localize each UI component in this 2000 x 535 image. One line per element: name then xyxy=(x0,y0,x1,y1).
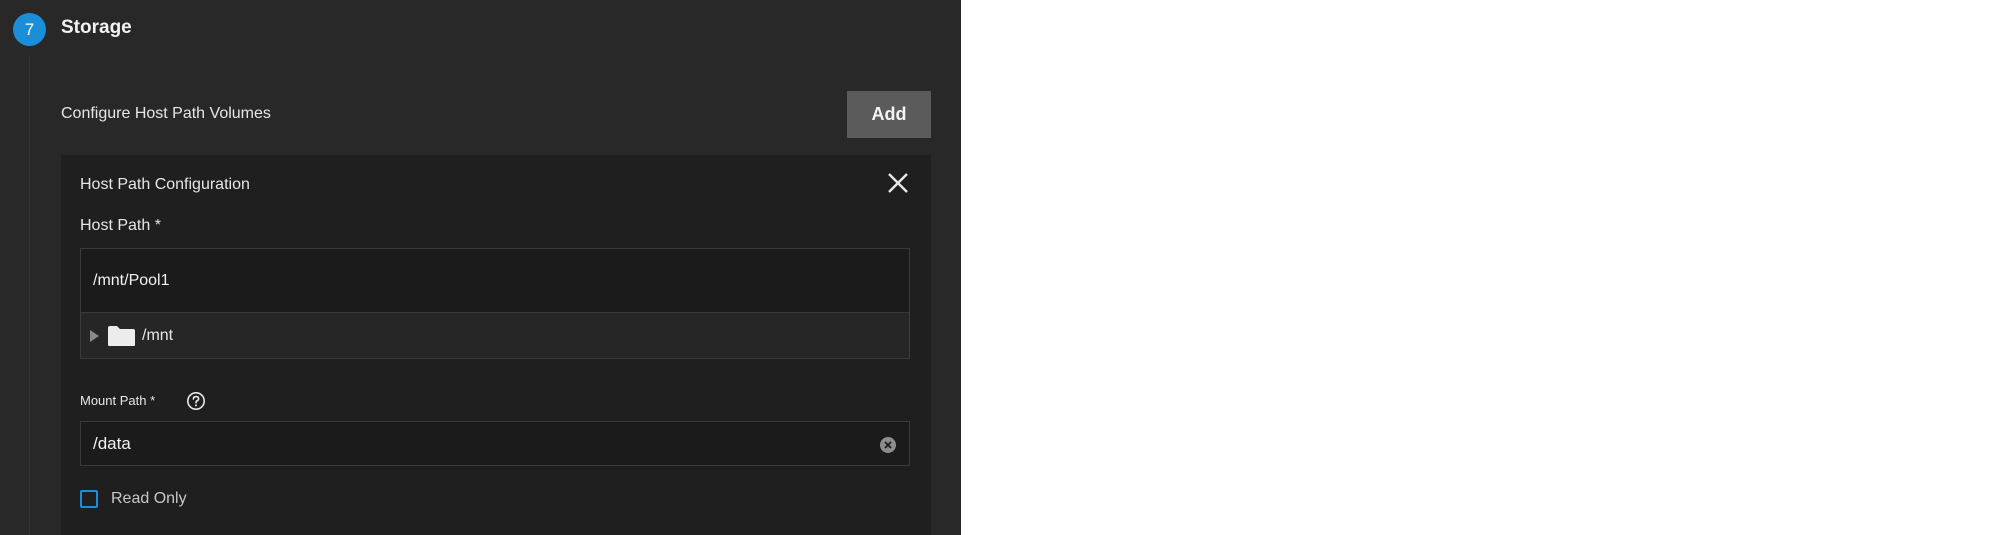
host-path-input[interactable]: /mnt/Pool1 xyxy=(80,248,910,313)
app-panel: 7 Storage Configure Host Path Volumes Ad… xyxy=(0,0,961,535)
mount-path-input[interactable] xyxy=(80,421,910,466)
host-path-config-card: Host Path Configuration Host Path * /mnt… xyxy=(61,155,931,535)
tree-item-mnt[interactable]: /mnt xyxy=(80,313,910,359)
section-label: Configure Host Path Volumes xyxy=(61,105,271,122)
step-number-badge: 7 xyxy=(13,13,46,46)
card-title: Host Path Configuration xyxy=(80,176,250,193)
host-path-label: Host Path * xyxy=(80,217,161,234)
step-title: Storage xyxy=(61,17,132,38)
read-only-label: Read Only xyxy=(111,490,187,507)
read-only-checkbox[interactable] xyxy=(80,490,98,508)
expand-arrow-icon[interactable] xyxy=(90,329,99,342)
close-icon[interactable] xyxy=(884,169,912,197)
clear-input-icon[interactable] xyxy=(879,436,897,454)
help-icon[interactable] xyxy=(186,391,206,411)
add-button[interactable]: Add xyxy=(847,91,931,138)
mount-path-label: Mount Path * xyxy=(80,393,156,408)
step-connector-line xyxy=(29,55,30,535)
folder-icon xyxy=(108,325,135,346)
tree-item-label: /mnt xyxy=(142,326,174,344)
